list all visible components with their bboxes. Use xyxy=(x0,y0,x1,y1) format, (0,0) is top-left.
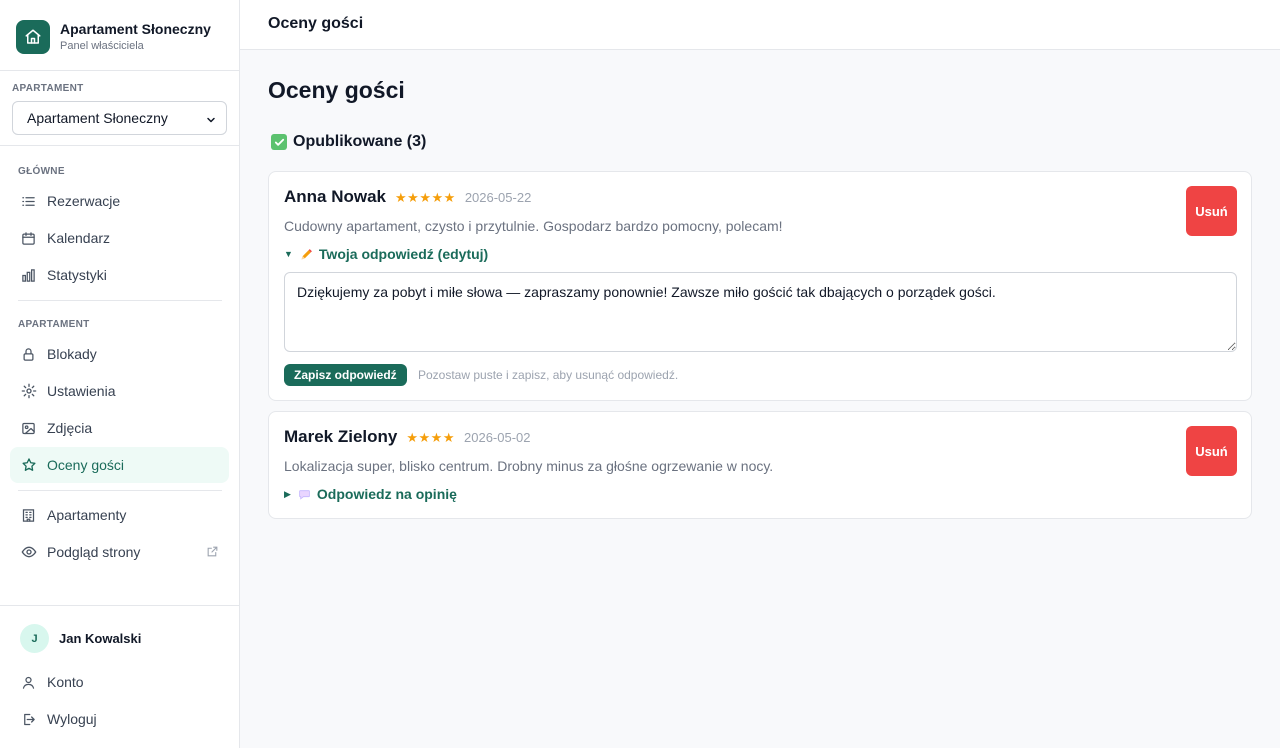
user-profile: J Jan Kowalski xyxy=(20,624,141,653)
triangle-down-icon: ▼ xyxy=(284,249,293,259)
delete-review-button[interactable]: Usuń xyxy=(1186,426,1237,476)
star-icon xyxy=(20,457,37,474)
pencil-icon xyxy=(300,248,313,261)
user-icon xyxy=(20,674,37,691)
nav-section-main-label: GŁÓWNE xyxy=(18,166,65,177)
save-reply-button[interactable]: Zapisz odpowiedź xyxy=(284,364,407,386)
sidebar-item-label: Ustawienia xyxy=(47,383,116,399)
sidebar-item-blokady[interactable]: Blokady xyxy=(10,336,229,372)
brand-title: Apartament Słoneczny xyxy=(60,20,211,37)
sidebar-item-label: Podgląd strony xyxy=(47,544,141,560)
reply-textarea[interactable]: Dziękujemy za pobyt i miłe słowa — zapra… xyxy=(284,272,1237,352)
sidebar-item-rezerwacje[interactable]: Rezerwacje xyxy=(10,183,229,219)
divider xyxy=(0,70,239,71)
section-heading-text: Opublikowane (3) xyxy=(293,133,427,150)
sidebar-item-wyloguj[interactable]: Wyloguj xyxy=(10,701,229,737)
home-icon xyxy=(16,20,50,54)
sidebar-item-label: Konto xyxy=(47,674,84,690)
review-card: Anna Nowak ★★★★★ 2026-05-22 Cudowny apar… xyxy=(268,171,1252,401)
chevron-down-icon xyxy=(205,113,217,129)
brand-subtitle: Panel właściciela xyxy=(60,39,144,52)
triangle-right-icon: ▶ xyxy=(284,488,291,499)
sidebar-item-label: Wyloguj xyxy=(47,711,97,727)
apartment-picker-label: APARTAMENT xyxy=(12,83,84,94)
delete-review-button[interactable]: Usuń xyxy=(1186,186,1237,236)
review-date: 2026-05-22 xyxy=(464,190,532,205)
sidebar-item-label: Apartamenty xyxy=(47,507,127,523)
sidebar-item-label: Kalendarz xyxy=(47,230,111,246)
eye-icon xyxy=(20,544,37,561)
top-bar: Oceny gości xyxy=(240,0,1280,50)
review-text: Lokalizacja super, blisko centrum. Drobn… xyxy=(284,458,774,474)
topbar-title: Oceny gości xyxy=(268,15,364,32)
sidebar-item-label: Statystyki xyxy=(47,267,107,283)
sidebar-item-label: Rezerwacje xyxy=(47,193,121,209)
sidebar: Apartament Słoneczny Panel właściciela A… xyxy=(0,0,240,748)
review-date: 2026-05-02 xyxy=(464,430,531,445)
bar-chart-icon xyxy=(20,267,37,284)
sidebar-item-statystyki[interactable]: Statystyki xyxy=(10,257,229,293)
sidebar-item-podglad-strony[interactable]: Podgląd strony xyxy=(10,534,229,570)
building-icon xyxy=(20,507,37,524)
page-title: Oceny gości xyxy=(268,77,405,103)
gear-icon xyxy=(20,383,37,400)
reply-toggle[interactable]: ▼ Twoja odpowiedź (edytuj) xyxy=(284,246,488,262)
save-hint: Pozostaw puste i zapisz, aby usunąć odpo… xyxy=(418,368,679,382)
star-rating: ★★★★★ xyxy=(395,190,456,205)
sidebar-item-label: Blokady xyxy=(47,346,97,362)
sidebar-item-label: Oceny gości xyxy=(47,457,125,473)
divider xyxy=(18,490,222,491)
sidebar-item-oceny-gosci[interactable]: Oceny gości xyxy=(10,447,229,483)
sidebar-item-konto[interactable]: Konto xyxy=(10,664,229,700)
brand[interactable]: Apartament Słoneczny Panel właściciela xyxy=(16,20,211,54)
star-rating: ★★★★ xyxy=(406,430,455,445)
reviewer-name: Marek Zielony xyxy=(284,427,398,446)
user-name: Jan Kowalski xyxy=(59,631,142,646)
reviewer-name: Anna Nowak xyxy=(284,187,387,206)
lock-icon xyxy=(20,346,37,363)
list-icon xyxy=(20,193,37,210)
divider xyxy=(18,300,222,301)
sidebar-item-zdjecia[interactable]: Zdjęcia xyxy=(10,410,229,446)
checkmark-icon xyxy=(271,134,287,150)
sidebar-item-apartamenty[interactable]: Apartamenty xyxy=(10,497,229,533)
apartment-select[interactable]: Apartament Słoneczny xyxy=(12,101,227,135)
apartment-select-value: Apartament Słoneczny xyxy=(27,110,168,126)
sidebar-item-ustawienia[interactable]: Ustawienia xyxy=(10,373,229,409)
review-card: Marek Zielony ★★★★ 2026-05-02 Lokalizacj… xyxy=(268,411,1252,519)
avatar: J xyxy=(20,624,49,653)
calendar-icon xyxy=(20,230,37,247)
reply-toggle[interactable]: ▶ Odpowiedz na opinię xyxy=(284,486,457,502)
logout-icon xyxy=(20,711,37,728)
external-link-icon xyxy=(206,545,219,561)
divider xyxy=(0,605,239,606)
image-icon xyxy=(20,420,37,437)
published-section-heading: Opublikowane (3) xyxy=(271,133,426,151)
review-text: Cudowny apartament, czysto i przytulnie.… xyxy=(284,218,783,234)
sidebar-item-kalendarz[interactable]: Kalendarz xyxy=(10,220,229,256)
reply-toggle-label: Twoja odpowiedź (edytuj) xyxy=(318,246,489,262)
sidebar-item-label: Zdjęcia xyxy=(47,420,93,436)
divider xyxy=(0,145,239,146)
nav-section-apartment-label: APARTAMENT xyxy=(18,319,90,330)
reply-toggle-label: Odpowiedz na opinię xyxy=(316,486,457,502)
speech-bubble-icon xyxy=(298,488,311,501)
